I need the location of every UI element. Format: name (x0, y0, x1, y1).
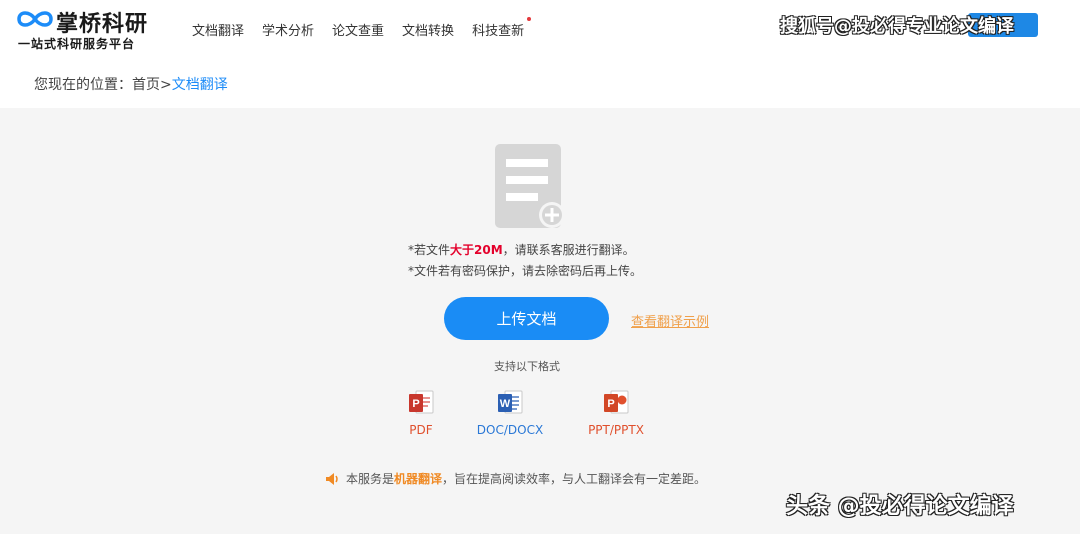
breadcrumb-current[interactable]: 文档翻译 (172, 77, 228, 93)
breadcrumb-home-link[interactable]: 首页 (132, 77, 160, 93)
word-file-icon: W (498, 390, 523, 414)
site-header: 掌桥科研 一站式科研服务平台 文档翻译 学术分析 论文查重 文档转换 科技查新 … (0, 0, 1080, 58)
format-pdf: P PDF (400, 390, 442, 437)
nav-item-academic-analysis[interactable]: 学术分析 (262, 20, 314, 40)
format-pdf-label: PDF (409, 423, 433, 437)
nav-item-doc-translate[interactable]: 文档翻译 (192, 20, 244, 40)
breadcrumb: 您现在的位置：首页>文档翻译 (34, 74, 228, 94)
powerpoint-file-icon: P (604, 390, 629, 414)
size-note-text-after: ，请联系客服进行翻译。 (502, 243, 635, 257)
format-ppt-label: PPT/PPTX (588, 423, 644, 437)
breadcrumb-separator: > (160, 77, 172, 93)
size-limit-highlight: 大于20M (450, 243, 503, 257)
view-translation-example-link[interactable]: 查看翻译示例 (631, 311, 709, 330)
size-note-text: *若文件 (408, 243, 451, 257)
format-doc-label: DOC/DOCX (476, 423, 544, 437)
sohu-watermark: 搜狐号@投必得专业论文编译 (780, 16, 1014, 37)
upload-document-button[interactable]: 上传文档 (444, 297, 609, 340)
main-nav: 文档翻译 学术分析 论文查重 文档转换 科技查新 (192, 17, 542, 40)
disclaimer-text-after: ，旨在提高阅读效率，与人工翻译会有一定差距。 (442, 472, 707, 486)
supported-formats-title: 支持以下格式 (494, 360, 560, 373)
format-doc: W DOC/DOCX (470, 390, 550, 437)
password-note: *文件若有密码保护，请去除密码后再上传。 (408, 264, 643, 278)
size-limit-note: *若文件大于20M，请联系客服进行翻译。 (408, 241, 635, 258)
toutiao-watermark: 头条 @投必得论文编译 (786, 494, 1014, 519)
breadcrumb-prefix: 您现在的位置： (34, 77, 132, 93)
format-ppt: P PPT/PPTX (580, 390, 652, 437)
add-document-icon[interactable] (494, 143, 566, 231)
logo-slogan: 一站式科研服务平台 (18, 37, 136, 51)
disclaimer-highlight: 机器翻译 (394, 472, 443, 486)
site-logo[interactable]: 掌桥科研 一站式科研服务平台 (16, 6, 176, 54)
nav-item-doc-convert[interactable]: 文档转换 (402, 20, 454, 40)
speaker-icon (326, 472, 338, 485)
machine-translation-disclaimer: 本服务是 机器翻译 ，旨在提高阅读效率，与人工翻译会有一定差距。 (325, 470, 706, 487)
upload-panel: *若文件大于20M，请联系客服进行翻译。 *文件若有密码保护，请去除密码后再上传… (0, 108, 1080, 534)
svg-text:W: W (500, 398, 511, 410)
logo-infinity-icon (17, 11, 53, 27)
nav-item-plagiarism-check[interactable]: 论文查重 (332, 20, 384, 40)
new-badge-dot (527, 17, 532, 21)
nav-item-novelty-search-label: 科技查新 (472, 24, 525, 39)
disclaimer-text: 本服务是 (346, 472, 395, 486)
svg-text:P: P (412, 398, 419, 410)
logo-name: 掌桥科研 (56, 12, 149, 37)
nav-item-novelty-search[interactable]: 科技查新 (472, 17, 532, 40)
svg-text:P: P (607, 398, 614, 410)
pdf-file-icon: P (409, 390, 434, 414)
